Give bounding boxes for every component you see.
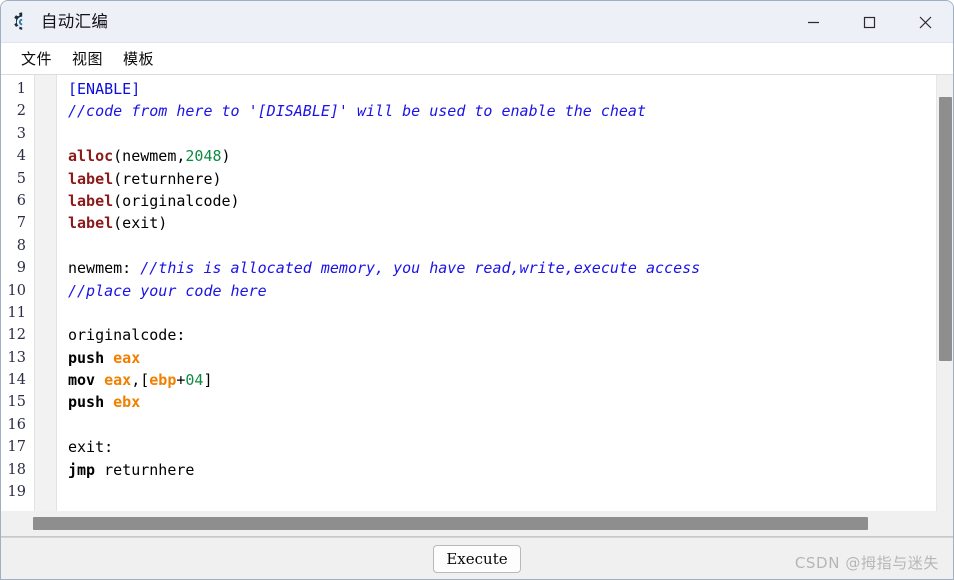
code-token: push	[68, 393, 105, 412]
line-number: 10	[7, 282, 26, 299]
code-line: exit:	[68, 436, 917, 458]
editor-region: 1 2 3 4 5 6 7 8 9 10 11 12 13 14 15 16 17 18 19 [ENABLE]//…	[1, 75, 953, 537]
title-bar: 自动汇编	[1, 1, 953, 43]
window-controls	[785, 1, 953, 43]
code-token: alloc	[68, 147, 114, 166]
code-token: eax	[104, 371, 132, 390]
code-line: label(returnhere)	[68, 168, 917, 190]
line-number: 12	[7, 327, 26, 344]
line-number: 5	[16, 170, 26, 187]
line-number: 6	[16, 192, 26, 209]
code-token: push	[68, 348, 105, 367]
code-token: ]	[203, 371, 213, 390]
execute-button[interactable]: Execute	[433, 545, 521, 573]
menu-item-file[interactable]: 文件	[11, 46, 62, 72]
code-token: (originalcode)	[113, 191, 240, 210]
line-number: 19	[7, 484, 26, 501]
code-token: [ENABLE]	[68, 80, 141, 98]
code-token: label	[68, 169, 114, 188]
watermark-text: CSDN @拇指与迷失	[794, 554, 939, 572]
line-number: 11	[7, 304, 26, 321]
code-line: originalcode:	[68, 324, 917, 346]
footer-bar: Execute CSDN @拇指与迷失	[1, 537, 953, 579]
code-token: (exit)	[113, 214, 168, 233]
line-number: 16	[7, 416, 26, 433]
code-line: //code from here to '[DISABLE]' will be …	[68, 100, 917, 122]
line-number: 4	[16, 148, 26, 165]
code-line: [ENABLE]	[68, 78, 917, 100]
code-token: mov	[68, 371, 96, 390]
code-token: 2048	[185, 147, 222, 166]
code-token: (returnhere)	[113, 169, 222, 188]
code-line: alloc(newmem,2048)	[68, 145, 917, 167]
code-line: label(originalcode)	[68, 190, 917, 212]
gear-icon	[14, 11, 23, 30]
line-number: 8	[16, 237, 26, 254]
code-text-area[interactable]: [ENABLE] //code from here to '[DISABLE]' …	[57, 75, 917, 512]
code-token: //place your code here	[68, 281, 267, 300]
code-token: newmem:	[68, 259, 141, 278]
maximize-icon	[863, 16, 875, 28]
line-number: 1	[16, 81, 26, 97]
code-line: mov eax,[ebp+04]	[68, 369, 917, 391]
code-token: label	[68, 191, 114, 210]
code-token: label	[68, 214, 114, 233]
close-icon	[919, 16, 931, 28]
maximize-button[interactable]	[841, 1, 897, 43]
menu-item-template[interactable]: 模板	[113, 46, 164, 72]
horizontal-scrollbar-thumb[interactable]	[33, 517, 868, 530]
line-number: 15	[7, 394, 26, 411]
horizontal-scrollbar[interactable]	[1, 511, 953, 536]
close-button[interactable]	[897, 1, 953, 43]
code-token: ebp	[149, 371, 177, 390]
auto-assemble-window: 自动汇编 文件 视图 模板 1 2 3 4 5 6 7 8 9 10 11 12…	[0, 0, 954, 580]
vertical-scrollbar-thumb[interactable]	[939, 97, 952, 361]
menu-item-view[interactable]: 视图	[62, 46, 113, 72]
line-number: 2	[16, 103, 26, 120]
menu-bar: 文件 视图 模板	[1, 43, 953, 75]
line-number: 7	[16, 215, 26, 232]
code-token: jmp	[68, 460, 96, 479]
code-line: //place your code here	[68, 280, 917, 302]
line-number: 14	[7, 372, 26, 389]
code-token: originalcode:	[68, 326, 186, 345]
vertical-scrollbar[interactable]	[936, 75, 953, 512]
code-token: ebx	[113, 393, 141, 412]
window-title: 自动汇编	[41, 11, 109, 31]
code-line: label(exit)	[68, 212, 917, 234]
line-number: 18	[7, 461, 26, 478]
code-token: )	[221, 147, 231, 166]
code-token: //code from here to '[DISABLE]' will be …	[68, 102, 646, 121]
minimize-button[interactable]	[785, 1, 841, 43]
code-token: //this is allocated memory, you have rea…	[140, 259, 701, 278]
code-line: push eax	[68, 347, 917, 369]
code-token: 04	[185, 371, 204, 390]
code-token: eax	[113, 348, 141, 367]
line-number: 3	[16, 125, 26, 142]
line-number: 17	[7, 439, 26, 456]
code-token: exit:	[68, 438, 114, 457]
line-number: 13	[7, 349, 26, 366]
line-number: 9	[16, 260, 26, 277]
code-token: returnhere	[95, 460, 195, 479]
code-token: ,[	[131, 371, 150, 390]
gutter-margin	[34, 75, 57, 512]
editor-frame: 1 2 3 4 5 6 7 8 9 10 11 12 13 14 15 16 17 18 19 [ENABLE]//…	[1, 75, 953, 536]
code-line: jmp returnhere	[68, 459, 917, 481]
minimize-icon	[807, 21, 819, 23]
code-line: push ebx	[68, 391, 917, 413]
line-number-gutter: 1 2 3 4 5 6 7 8 9 10 11 12 13 14 15 16 17 18 19	[1, 75, 34, 512]
code-surface[interactable]: 1 2 3 4 5 6 7 8 9 10 11 12 13 14 15 16 17 18 19 [ENABLE]//…	[1, 75, 917, 512]
code-token: (newmem,	[113, 147, 186, 166]
code-line: newmem: //this is allocated memory, you …	[68, 257, 917, 279]
